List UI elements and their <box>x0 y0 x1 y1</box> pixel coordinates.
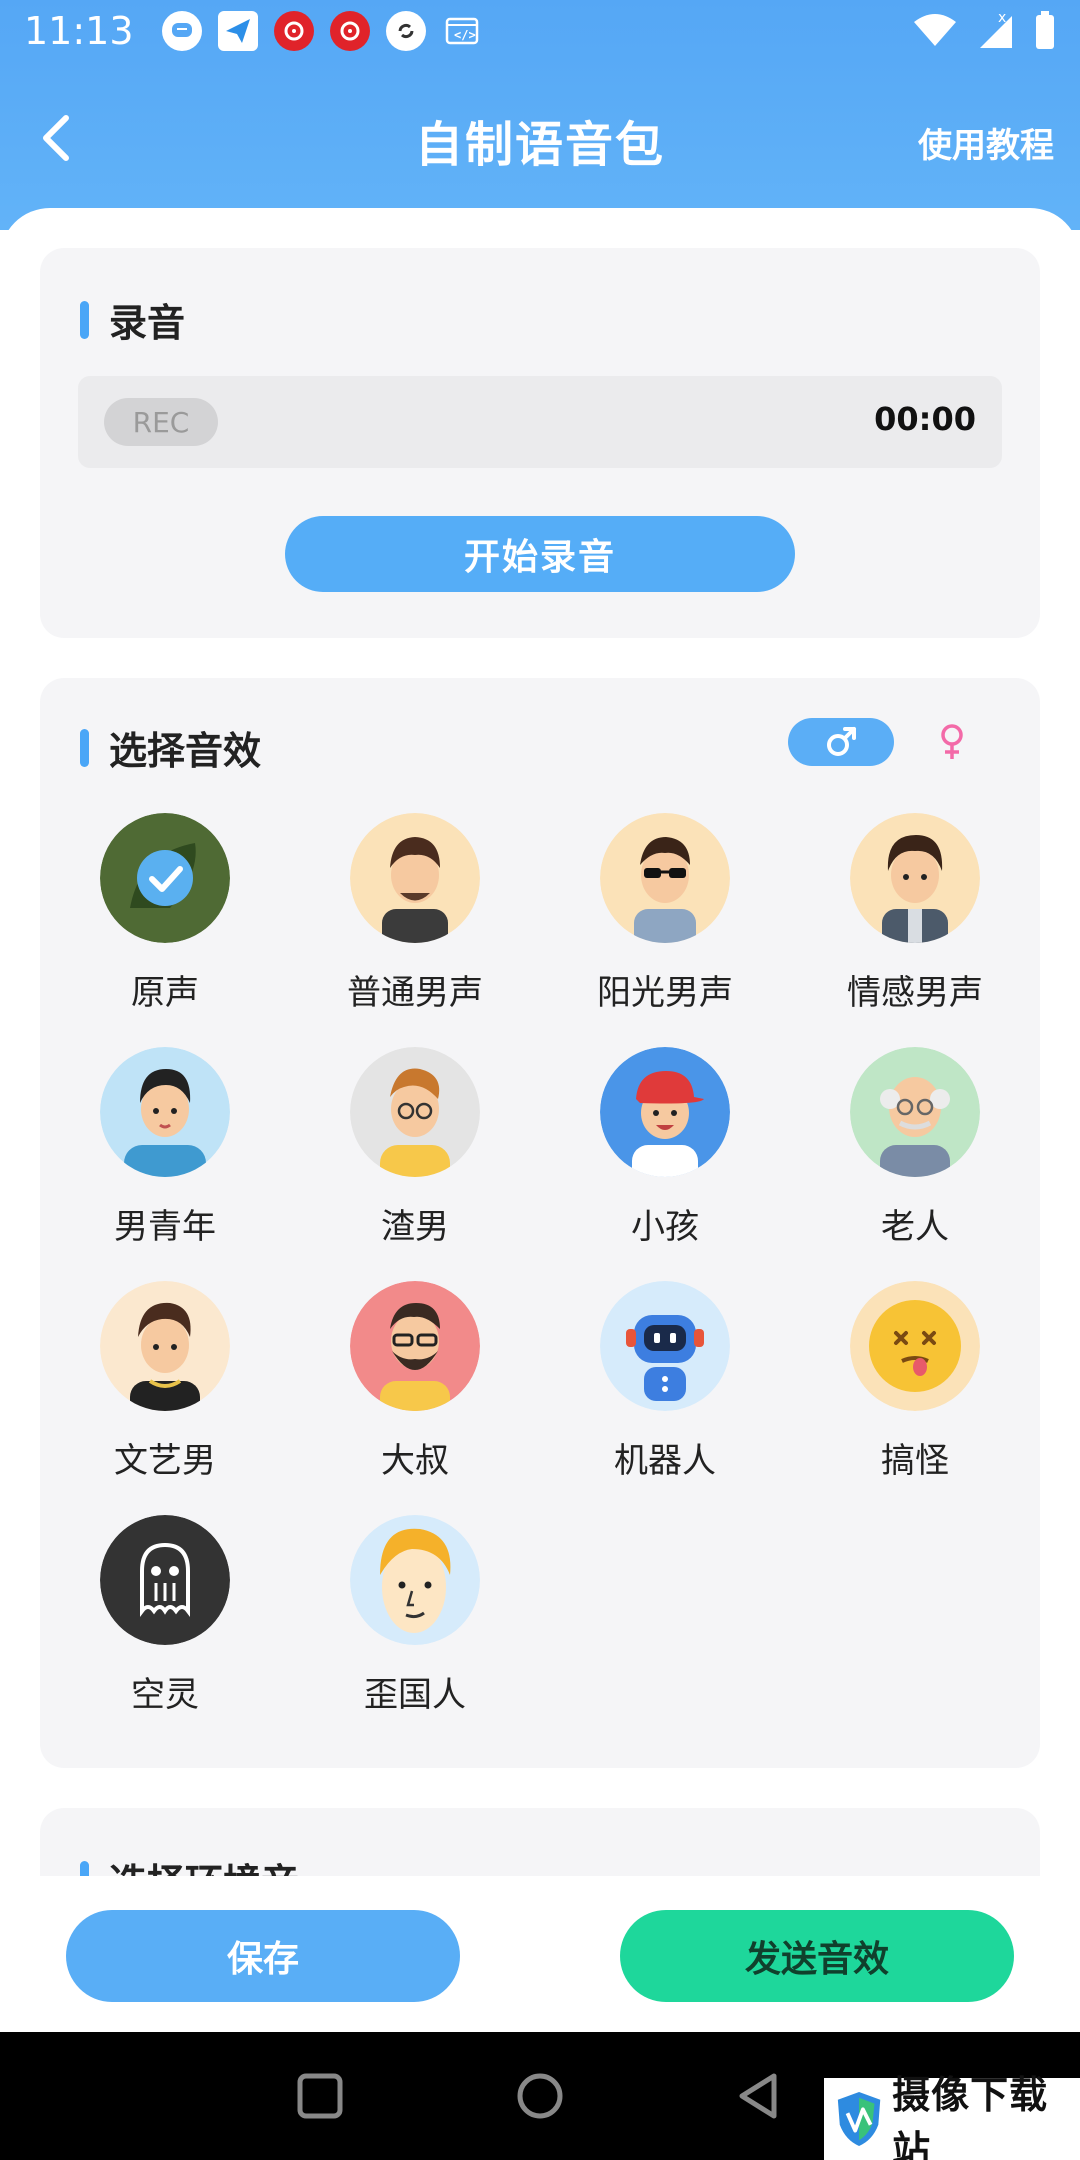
sync-icon <box>385 11 426 51</box>
save-button[interactable]: 保存 <box>66 1910 460 2002</box>
back-icon[interactable] <box>730 2066 790 2126</box>
watermark-text: 摄像下载站 <box>892 2073 1049 2160</box>
recording-card: 录音 REC 00:00 开始录音 <box>40 248 1040 638</box>
voice-item-foreigner[interactable]: 歪国人 <box>290 1515 540 1749</box>
effects-card: 选择音效 原声 普通男声 阳光男声 情感男声 男青年 渣男 小孩 老人 文艺男 … <box>40 678 1040 1768</box>
sunny-male-avatar-icon <box>600 813 730 943</box>
tutorial-link[interactable]: 使用教程 <box>918 118 1054 167</box>
robot-avatar-icon <box>600 1281 730 1411</box>
notification-icons: </> <box>161 11 482 51</box>
voice-item-robot[interactable]: 机器人 <box>540 1281 790 1515</box>
netease-music-icon <box>273 11 314 51</box>
wifi-icon <box>914 14 956 46</box>
effects-section-title: 选择音效 <box>80 720 261 775</box>
voice-item-playboy[interactable]: 渣男 <box>290 1047 540 1281</box>
voice-item-normal-male[interactable]: 普通男声 <box>290 813 540 1047</box>
send-effect-button[interactable]: 发送音效 <box>620 1910 1014 2002</box>
ghost-avatar-icon <box>100 1515 230 1645</box>
status-time: 11:13 <box>24 9 134 53</box>
voice-item-elder[interactable]: 老人 <box>790 1047 1040 1281</box>
female-symbol-icon <box>941 724 963 759</box>
svg-text:x: x <box>998 10 1006 26</box>
bottom-action-bar: 保存 发送音效 <box>0 1876 1080 2032</box>
voice-item-uncle[interactable]: 大叔 <box>290 1281 540 1515</box>
uncle-avatar-icon <box>350 1281 480 1411</box>
code-window-icon: </> <box>442 11 482 51</box>
voice-item-emotional-male[interactable]: 情感男声 <box>790 813 1040 1047</box>
top-nav: 自制语音包 使用教程 <box>0 90 1080 190</box>
rec-indicator: REC <box>104 398 218 446</box>
normal-male-avatar-icon <box>350 813 480 943</box>
voice-item-funny[interactable]: 搞怪 <box>790 1281 1040 1515</box>
voice-item-original[interactable]: 原声 <box>40 813 290 1047</box>
recents-icon[interactable] <box>290 2066 350 2126</box>
watermark: 摄像下载站 <box>824 2073 1080 2160</box>
send-app-icon <box>217 11 258 51</box>
playboy-avatar-icon <box>350 1047 480 1177</box>
emotional-male-avatar-icon <box>850 813 980 943</box>
funny-face-avatar-icon <box>850 1281 980 1411</box>
foreigner-avatar-icon <box>350 1515 480 1645</box>
home-icon[interactable] <box>510 2066 570 2126</box>
system-status-icons: x <box>912 8 1056 52</box>
artsy-man-avatar-icon <box>100 1281 230 1411</box>
status-bar: 11:13 </> x <box>0 0 1080 62</box>
title-accent-bar <box>80 300 89 339</box>
elder-avatar-icon <box>850 1047 980 1177</box>
page-title: 自制语音包 <box>414 117 665 173</box>
female-filter-toggle[interactable] <box>928 718 976 766</box>
recording-status-bar: REC 00:00 <box>78 376 1002 468</box>
message-icon <box>161 11 202 51</box>
start-recording-button[interactable]: 开始录音 <box>285 516 795 592</box>
watermark-logo-icon <box>837 2092 881 2146</box>
back-arrow-icon[interactable] <box>30 108 90 168</box>
title-accent-bar <box>80 728 89 767</box>
netease-music-icon-2 <box>329 11 370 51</box>
content-sheet: 录音 REC 00:00 开始录音 选择音效 原声 普通男声 阳光男声 情感男声… <box>0 208 1080 2108</box>
voice-item-artsy-man[interactable]: 文艺男 <box>40 1281 290 1515</box>
original-voice-icon <box>100 813 230 943</box>
male-symbol-icon <box>827 727 856 756</box>
voice-item-young-man[interactable]: 男青年 <box>40 1047 290 1281</box>
young-man-avatar-icon <box>100 1047 230 1177</box>
recording-section-title: 录音 <box>80 292 185 347</box>
child-avatar-icon <box>600 1047 730 1177</box>
battery-icon <box>1036 11 1054 49</box>
signal-icon: x <box>980 10 1012 48</box>
svg-text:</>: </> <box>454 28 476 42</box>
male-filter-toggle[interactable] <box>788 718 894 766</box>
voice-item-child[interactable]: 小孩 <box>540 1047 790 1281</box>
voice-item-ghost[interactable]: 空灵 <box>40 1515 290 1749</box>
recording-timer: 00:00 <box>874 400 976 438</box>
voice-item-sunny-male[interactable]: 阳光男声 <box>540 813 790 1047</box>
